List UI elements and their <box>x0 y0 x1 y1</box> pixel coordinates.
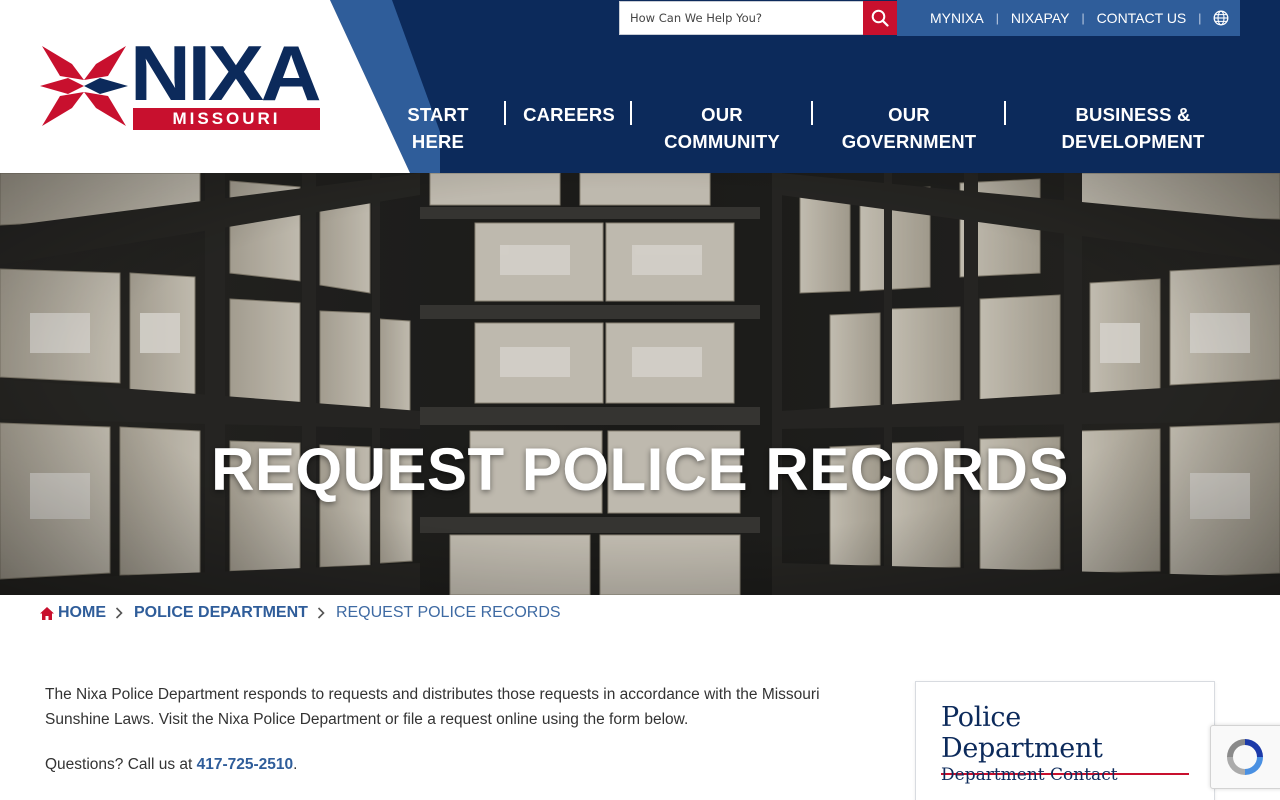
questions-text: Questions? Call us at <box>45 756 197 773</box>
main-content: The Nixa Police Department responds to r… <box>45 682 865 797</box>
nav-label-line2: GOVERNMENT <box>841 131 977 152</box>
search-box <box>619 1 864 35</box>
nav-label-line2: DEVELOPMENT <box>1061 131 1205 152</box>
nav-label-line1: CAREERS <box>523 104 615 125</box>
hero-banner: REQUEST POLICE RECORDS <box>0 173 1280 595</box>
nixa-logo[interactable]: NIXA MISSOURI <box>38 34 328 132</box>
questions-suffix: . <box>293 756 298 773</box>
logo-star-icon <box>40 46 128 126</box>
utility-link-mynixa[interactable]: MYNIXA <box>930 10 984 26</box>
nav-our-community[interactable]: OUR COMMUNITY <box>655 101 789 155</box>
recaptcha-badge[interactable] <box>1210 725 1280 789</box>
questions-paragraph: Questions? Call us at 417-725-2510. <box>45 752 865 777</box>
nav-careers[interactable]: CAREERS <box>520 101 618 128</box>
breadcrumb-police-department[interactable]: POLICE DEPARTMENT <box>134 604 308 622</box>
search-button[interactable] <box>863 1 897 35</box>
nav-label-line2: HERE <box>411 131 465 152</box>
nav-our-government[interactable]: OUR GOVERNMENT <box>836 101 982 155</box>
chevron-right-icon <box>317 607 325 619</box>
nav-divider <box>504 101 506 125</box>
nav-label-line2: COMMUNITY <box>664 131 780 152</box>
nav-divider <box>630 101 632 125</box>
utility-link-contact-us[interactable]: CONTACT US <box>1097 10 1187 26</box>
sidebar-nav: Police Department Department Contact <box>915 681 1215 800</box>
search-input[interactable] <box>620 2 863 34</box>
chevron-right-icon <box>115 607 123 619</box>
logo-wordmark: NIXA <box>130 29 322 117</box>
nav-divider <box>811 101 813 125</box>
utility-link-nixapay[interactable]: NIXAPAY <box>1011 10 1070 26</box>
globe-icon <box>1213 10 1229 26</box>
intro-paragraph: The Nixa Police Department responds to r… <box>45 686 820 728</box>
utility-separator: | <box>1198 11 1202 25</box>
nav-label-line1: START <box>407 104 469 125</box>
logo-subtitle: MISSOURI <box>133 108 320 130</box>
utility-bar: MYNIXA | NIXAPAY | CONTACT US | <box>897 0 1240 36</box>
nav-start-here[interactable]: START HERE <box>398 101 478 155</box>
nav-label-line1: BUSINESS & <box>1075 104 1191 125</box>
nav-business-development[interactable]: BUSINESS & DEVELOPMENT <box>1056 101 1210 155</box>
nav-divider <box>1004 101 1006 125</box>
nav-label-line1: OUR <box>888 104 930 125</box>
utility-separator: | <box>1081 11 1085 25</box>
breadcrumb-home[interactable]: HOME <box>58 604 106 622</box>
site-header: NIXA MISSOURI MYNIXA | NIXAPAY | CONTACT… <box>0 0 1280 173</box>
recaptcha-icon <box>1227 739 1263 775</box>
hero-archive-image <box>0 173 1280 595</box>
breadcrumb: HOME POLICE DEPARTMENT REQUEST POLICE RE… <box>40 602 561 624</box>
search-icon <box>871 9 889 27</box>
home-icon <box>40 606 54 620</box>
breadcrumb-current: REQUEST POLICE RECORDS <box>335 604 561 621</box>
logo-panel: NIXA MISSOURI <box>0 0 440 173</box>
nav-label-line1: OUR <box>701 104 743 125</box>
phone-link[interactable]: 417-725-2510 <box>197 756 294 773</box>
language-button[interactable] <box>1213 10 1229 26</box>
page-title: REQUEST POLICE RECORDS <box>211 436 1069 503</box>
sidebar-item-department-contact[interactable]: Department Contact <box>941 765 1118 785</box>
utility-separator: | <box>995 11 999 25</box>
